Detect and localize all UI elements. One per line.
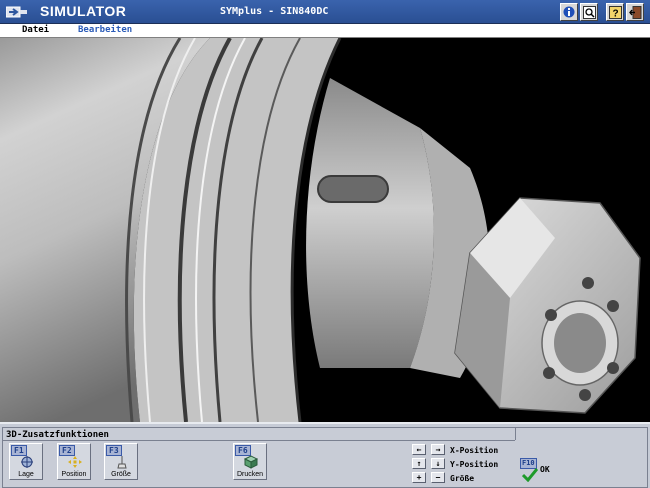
softkey-label: Drucken xyxy=(236,471,264,478)
function-panel: 3D-Zusatzfunktionen F1 Lage F2 Position … xyxy=(0,422,650,488)
size-label: Größe xyxy=(450,474,475,483)
x-position-label: X-Position xyxy=(450,446,499,455)
panel-divider xyxy=(2,440,515,441)
window-title: SYMplus - SIN840DC xyxy=(220,6,329,17)
3d-simulation-viewport[interactable] xyxy=(0,38,650,422)
size-icon xyxy=(117,456,127,469)
menu-bar: Datei Bearbeiten xyxy=(0,24,650,38)
orientation-icon xyxy=(21,456,33,468)
svg-text:?: ? xyxy=(612,8,618,19)
softkey-f2-position[interactable]: F2 Position xyxy=(57,443,91,480)
panel-divider-vertical xyxy=(515,427,516,440)
arrow-left-button[interactable]: ← xyxy=(412,444,426,455)
check-icon xyxy=(522,468,538,482)
softkey-f6-drucken[interactable]: F6 Drucken xyxy=(233,443,267,480)
size-minus-button[interactable]: − xyxy=(431,472,445,483)
move-icon xyxy=(68,456,82,468)
panel-title: 3D-Zusatzfunktionen xyxy=(6,430,109,440)
workpiece-3d-render xyxy=(0,38,641,422)
ok-label: OK xyxy=(540,465,550,474)
simulator-logo-icon xyxy=(6,6,27,18)
info-icon xyxy=(563,6,575,18)
exit-icon xyxy=(628,5,641,19)
zoom-window-button[interactable] xyxy=(580,3,598,21)
menu-bearbeiten[interactable]: Bearbeiten xyxy=(78,25,132,35)
menu-datei[interactable]: Datei xyxy=(22,25,49,35)
arrow-right-button[interactable]: → xyxy=(431,444,445,455)
softkey-f3-groesse[interactable]: F3 Größe xyxy=(104,443,138,480)
arrow-down-button[interactable]: ↓ xyxy=(431,458,445,469)
exit-button[interactable] xyxy=(626,3,644,21)
zoom-window-icon xyxy=(582,5,596,19)
help-button[interactable]: ? xyxy=(606,3,624,21)
softkey-label: Position xyxy=(61,471,87,478)
info-button[interactable] xyxy=(560,3,578,21)
size-plus-button[interactable]: + xyxy=(412,472,426,483)
softkey-f1-lage[interactable]: F1 Lage xyxy=(9,443,43,480)
print-cube-icon xyxy=(243,455,259,469)
softkey-label: Größe xyxy=(111,471,131,478)
arrow-up-button[interactable]: ↑ xyxy=(412,458,426,469)
title-bar: SIMULATOR SYMplus - SIN840DC ? xyxy=(0,0,650,24)
help-icon: ? xyxy=(608,5,622,19)
softkey-label: Lage xyxy=(18,471,34,478)
app-title: SIMULATOR xyxy=(40,3,127,19)
y-position-label: Y-Position xyxy=(450,460,499,469)
